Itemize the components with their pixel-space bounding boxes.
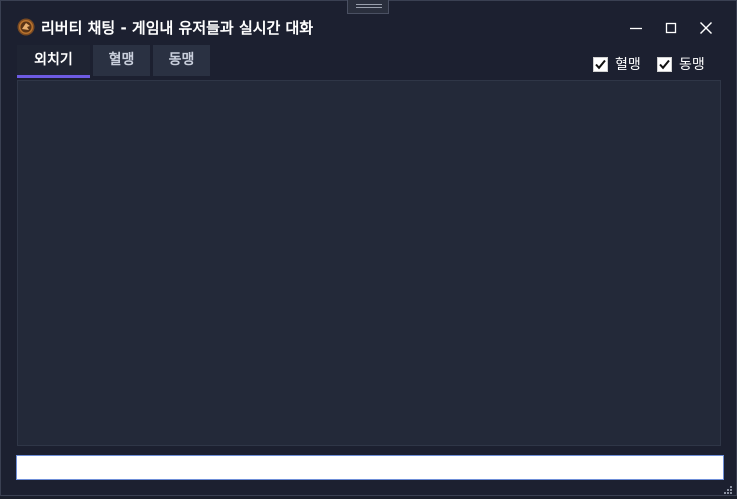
liberty-logo-icon	[17, 18, 35, 36]
tab-shout[interactable]: 외치기	[17, 45, 90, 78]
checkmark-icon	[659, 59, 670, 70]
tab-label: 동맹	[168, 52, 195, 68]
maximize-button[interactable]	[658, 17, 684, 39]
tab-label: 외치기	[34, 52, 73, 68]
tab-alliance[interactable]: 동맹	[153, 45, 210, 76]
clan-checkbox[interactable]	[593, 57, 608, 72]
checkmark-icon	[595, 59, 606, 70]
title-bar[interactable]: 리버티 채팅 - 게임내 유저들과 실시간 대화	[1, 11, 736, 43]
alliance-checkbox[interactable]	[657, 57, 672, 72]
resize-grip-icon[interactable]	[721, 480, 733, 494]
filter-label: 동맹	[679, 57, 705, 73]
chat-window: 리버티 채팅 - 게임내 유저들과 실시간 대화 외치기 혈맹 동맹 혈맹 동맹	[0, 0, 737, 496]
close-button[interactable]	[693, 17, 719, 39]
window-title: 리버티 채팅 - 게임내 유저들과 실시간 대화	[41, 19, 314, 37]
channel-filters: 혈맹 동맹	[593, 54, 712, 76]
tab-label: 혈맹	[108, 52, 135, 68]
tab-clan[interactable]: 혈맹	[93, 45, 150, 76]
maximize-icon	[665, 22, 677, 34]
minimize-icon	[630, 27, 642, 30]
minimize-button[interactable]	[623, 17, 649, 39]
filter-label: 혈맹	[615, 57, 641, 73]
close-icon	[700, 22, 712, 34]
chat-input[interactable]	[16, 455, 724, 480]
chat-log[interactable]	[17, 80, 721, 446]
